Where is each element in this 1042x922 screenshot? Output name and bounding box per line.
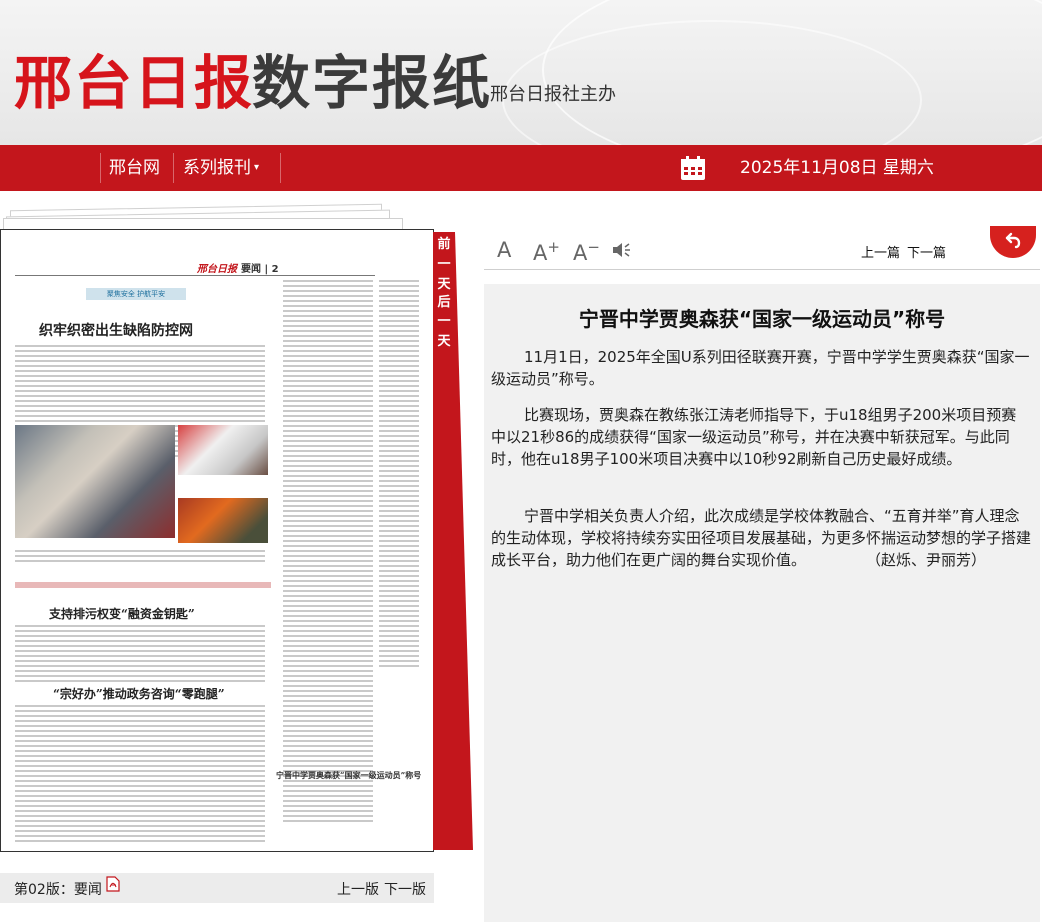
prev-day-char: 一 xyxy=(437,257,451,272)
text-column xyxy=(283,280,373,825)
page-label: 第02版：要闻 xyxy=(14,882,102,898)
article-paragraph: 11月1日，2025年全国U系列田径联赛开赛，宁晋中学学生贾奥森获“国家一级运动… xyxy=(491,348,1030,388)
text-column xyxy=(15,625,265,685)
back-arrow-icon xyxy=(1005,232,1021,249)
page-headline-4[interactable]: 宁晋中学贾奥森获“国家一级运动员”称号 xyxy=(276,770,421,781)
prev-day-char: 前 xyxy=(437,237,451,252)
pdf-icon[interactable] xyxy=(106,876,120,892)
font-larger-button[interactable]: A+ xyxy=(533,238,560,265)
brand-product: 数字报纸 xyxy=(252,49,493,117)
nav-divider xyxy=(173,153,174,183)
font-normal-label: A xyxy=(497,238,512,262)
font-larger-label: A xyxy=(533,241,548,265)
font-smaller-button[interactable]: A− xyxy=(573,238,600,265)
news-photo xyxy=(178,498,268,543)
nav-home-link[interactable]: 邢台网 xyxy=(109,145,160,191)
current-date: 2025年11月08日 星期六 xyxy=(740,158,934,178)
page-brand: 邢台日报 xyxy=(197,264,237,275)
article-toolbar xyxy=(484,232,1040,270)
article-paragraph: 比赛现场，贾奥森在教练张江涛老师指导下，于u18组男子200米项目预赛中以21秒… xyxy=(491,406,1017,468)
page-headline-3[interactable]: “宗好办”推动政务咨询“零跑腿” xyxy=(53,685,225,702)
next-day-char: 天 xyxy=(437,334,451,349)
article-paragraph: 宁晋中学相关负责人介绍，此次成绩是学校体教融合、“五育并举”育人理念的生动体现，… xyxy=(491,507,1032,569)
top-nav: 邢台网 系列报刊 ▾ 2025年11月08日 星期六 xyxy=(0,145,1042,191)
speaker-icon[interactable] xyxy=(612,241,632,259)
page-headline-2[interactable]: 支持排污权变“融资金钥匙” xyxy=(49,605,195,622)
nav-divider xyxy=(280,153,281,183)
font-larger-sign: + xyxy=(547,238,560,256)
chevron-down-icon: ▾ xyxy=(254,162,260,173)
prev-page-link[interactable]: 上一版 xyxy=(337,879,379,899)
next-page-link[interactable]: 下一版 xyxy=(384,879,426,899)
page-header-rule xyxy=(15,258,375,276)
brand-name: 邢台日报 xyxy=(14,49,255,117)
section-banner xyxy=(15,582,271,588)
font-normal-button[interactable]: A xyxy=(497,238,511,262)
next-article-link[interactable]: 下一篇 xyxy=(907,242,946,261)
news-photo xyxy=(15,425,175,538)
text-column xyxy=(379,280,419,670)
newspaper-page-thumbnail[interactable]: 邢台日报 要闻 | 2 聚焦安全 护航平安 织牢织密出生缺陷防控网 支持排污权变… xyxy=(0,229,434,852)
news-photo xyxy=(178,425,268,475)
page-tagline: 聚焦安全 护航平安 xyxy=(86,288,186,300)
nav-series-dropdown[interactable]: 系列报刊 ▾ xyxy=(183,145,259,191)
masthead: 邢台日报 数字报纸 邢台日报社主办 xyxy=(0,0,1042,145)
font-smaller-label: A xyxy=(573,241,588,265)
next-day-char: 后 xyxy=(437,295,451,310)
prev-day-char: 天 xyxy=(437,277,451,292)
nav-series-label: 系列报刊 xyxy=(183,158,251,178)
nav-divider xyxy=(100,153,101,183)
calendar-icon[interactable] xyxy=(680,155,706,181)
font-smaller-sign: − xyxy=(587,238,600,256)
page-headline-1[interactable]: 织牢织密出生缺陷防控网 xyxy=(39,320,193,340)
prev-article-link[interactable]: 上一篇 xyxy=(861,242,900,261)
next-day-char: 一 xyxy=(437,314,451,329)
page-section: 要闻 | 2 xyxy=(241,264,279,275)
brand-publisher: 邢台日报社主办 xyxy=(490,84,616,105)
article-title: 宁晋中学贾奥森获“国家一级运动员”称号 xyxy=(578,307,946,331)
text-column xyxy=(15,705,265,845)
text-column xyxy=(15,550,265,565)
